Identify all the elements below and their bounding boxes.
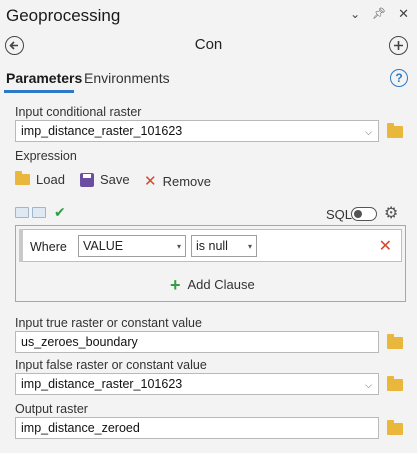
- sql-label: SQL: [326, 207, 353, 222]
- remove-label: Remove: [162, 173, 211, 189]
- input-conditional-raster-dropdown[interactable]: imp_distance_raster_101623 ⌵: [15, 120, 379, 142]
- field-select[interactable]: VALUE ▾: [78, 235, 186, 257]
- load-label: Load: [36, 172, 65, 187]
- pin-icon[interactable]: 📌︎: [372, 7, 386, 21]
- save-button[interactable]: Save: [80, 172, 130, 187]
- remove-button[interactable]: ✕ Remove: [144, 172, 211, 190]
- input-false-dropdown[interactable]: imp_distance_raster_101623 ⌵: [15, 373, 379, 395]
- input-false-value: imp_distance_raster_101623: [21, 377, 183, 391]
- close-icon[interactable]: ✕: [398, 7, 409, 21]
- tab-environments[interactable]: Environments: [84, 70, 170, 86]
- pane-controls: ⌄ 📌︎ ✕: [350, 7, 409, 22]
- browse-folder-icon[interactable]: [387, 420, 403, 435]
- remove-x-icon: ✕: [144, 173, 157, 190]
- gear-icon[interactable]: ⚙: [384, 203, 398, 223]
- plus-icon: +: [170, 274, 181, 295]
- input-false-label: Input false raster or constant value: [15, 358, 207, 372]
- browse-folder-icon[interactable]: [387, 123, 403, 138]
- chevron-down-icon: ⌵: [365, 127, 372, 137]
- field-select-value: VALUE: [83, 239, 124, 253]
- input-conditional-raster-value: imp_distance_raster_101623: [21, 124, 183, 138]
- tab-parameters[interactable]: Parameters: [6, 70, 82, 86]
- browse-folder-icon[interactable]: [387, 376, 403, 391]
- tool-name: Con: [194, 36, 223, 53]
- input-conditional-raster-label: Input conditional raster: [15, 105, 142, 119]
- operator-select-value: is null: [196, 239, 228, 253]
- delete-clause-x-icon[interactable]: ✕: [379, 236, 392, 256]
- load-button[interactable]: Load: [15, 171, 65, 187]
- open-folder-icon: [15, 171, 30, 185]
- output-raster-value: imp_distance_zeroed: [21, 421, 140, 435]
- expression-label: Expression: [15, 149, 77, 163]
- where-label: Where: [30, 240, 67, 254]
- save-label: Save: [100, 172, 130, 187]
- validate-check-icon[interactable]: ✔: [54, 204, 66, 221]
- input-true-value: us_zeroes_boundary: [21, 335, 138, 349]
- add-clause-label: Add Clause: [187, 277, 255, 292]
- chevron-down-icon: ▾: [176, 242, 181, 251]
- clause-mode-icon[interactable]: [15, 207, 29, 218]
- add-clause-button[interactable]: + Add Clause: [170, 274, 255, 295]
- save-disk-icon: [80, 172, 94, 187]
- active-tab-indicator: [4, 90, 74, 93]
- pane-title: Geoprocessing: [6, 6, 121, 25]
- sql-toggle[interactable]: [351, 207, 377, 221]
- pane-menu-chevron-down-icon[interactable]: ⌄: [350, 7, 360, 21]
- operator-select[interactable]: is null ▾: [191, 235, 257, 257]
- help-icon[interactable]: ?: [390, 69, 408, 87]
- add-tool-plus-icon[interactable]: [389, 36, 408, 55]
- input-true-field[interactable]: us_zeroes_boundary: [15, 331, 379, 353]
- chevron-down-icon: ⌵: [365, 380, 372, 390]
- output-raster-field[interactable]: imp_distance_zeroed: [15, 417, 379, 439]
- chevron-down-icon: ▾: [247, 242, 252, 251]
- input-true-label: Input true raster or constant value: [15, 316, 202, 330]
- clause-mode-alt-icon[interactable]: [32, 207, 46, 218]
- output-raster-label: Output raster: [15, 402, 88, 416]
- clause-drag-handle[interactable]: [19, 229, 23, 262]
- browse-folder-icon[interactable]: [387, 334, 403, 349]
